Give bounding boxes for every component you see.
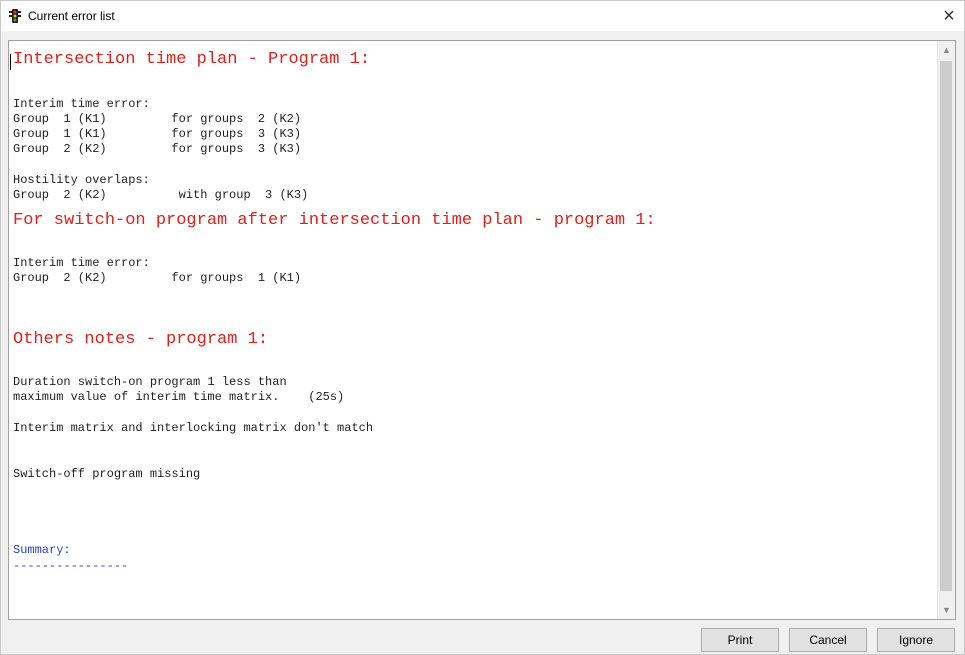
- interim-error-row: Group 1 (K1) for groups 3 (K3): [13, 127, 302, 141]
- note-line: Duration switch-on program 1 less than: [13, 375, 287, 389]
- interim-error-row: Group 2 (K2) for groups 3 (K3): [13, 142, 302, 156]
- close-button[interactable]: ×: [934, 1, 964, 31]
- interim-error-row: Group 1 (K1) for groups 2 (K2): [13, 112, 302, 126]
- ignore-button[interactable]: Ignore: [877, 628, 955, 652]
- scroll-up-icon[interactable]: ▲: [938, 45, 955, 55]
- interim-time-error-header: Interim time error:: [13, 97, 150, 111]
- title-bar: Current error list ×: [1, 1, 964, 31]
- heading-switch-on-program: For switch-on program after intersection…: [13, 211, 656, 230]
- interim-error-row: Group 2 (K2) for groups 1 (K1): [13, 271, 302, 285]
- scroll-thumb[interactable]: [940, 61, 952, 591]
- error-list-text-area[interactable]: Intersection time plan - Program 1: Inte…: [8, 40, 956, 620]
- hostility-row: Group 2 (K2) with group 3 (K3): [13, 188, 309, 202]
- traffic-light-icon: [9, 9, 21, 23]
- text-cursor: [10, 54, 11, 70]
- window-title: Current error list: [28, 9, 115, 23]
- summary-rule: ----------------: [13, 559, 129, 573]
- scroll-down-icon[interactable]: ▼: [938, 605, 955, 615]
- note-line: Switch-off program missing: [13, 467, 201, 481]
- note-line: maximum value of interim time matrix. (2…: [13, 390, 345, 404]
- interim-time-error-header-2: Interim time error:: [13, 256, 150, 270]
- error-text: Intersection time plan - Program 1: Inte…: [13, 41, 933, 619]
- heading-other-notes: Others notes - program 1:: [13, 330, 269, 349]
- note-line: Interim matrix and interlocking matrix d…: [13, 421, 374, 435]
- vertical-scrollbar[interactable]: ▲ ▼: [937, 41, 955, 619]
- cancel-button[interactable]: Cancel: [789, 628, 867, 652]
- error-list-window: Current error list × Intersection time p…: [0, 0, 965, 655]
- summary-label: Summary:: [13, 543, 71, 557]
- heading-intersection-time-plan: Intersection time plan - Program 1:: [13, 50, 371, 69]
- print-button[interactable]: Print: [701, 628, 779, 652]
- hostility-overlaps-header: Hostility overlaps:: [13, 173, 150, 187]
